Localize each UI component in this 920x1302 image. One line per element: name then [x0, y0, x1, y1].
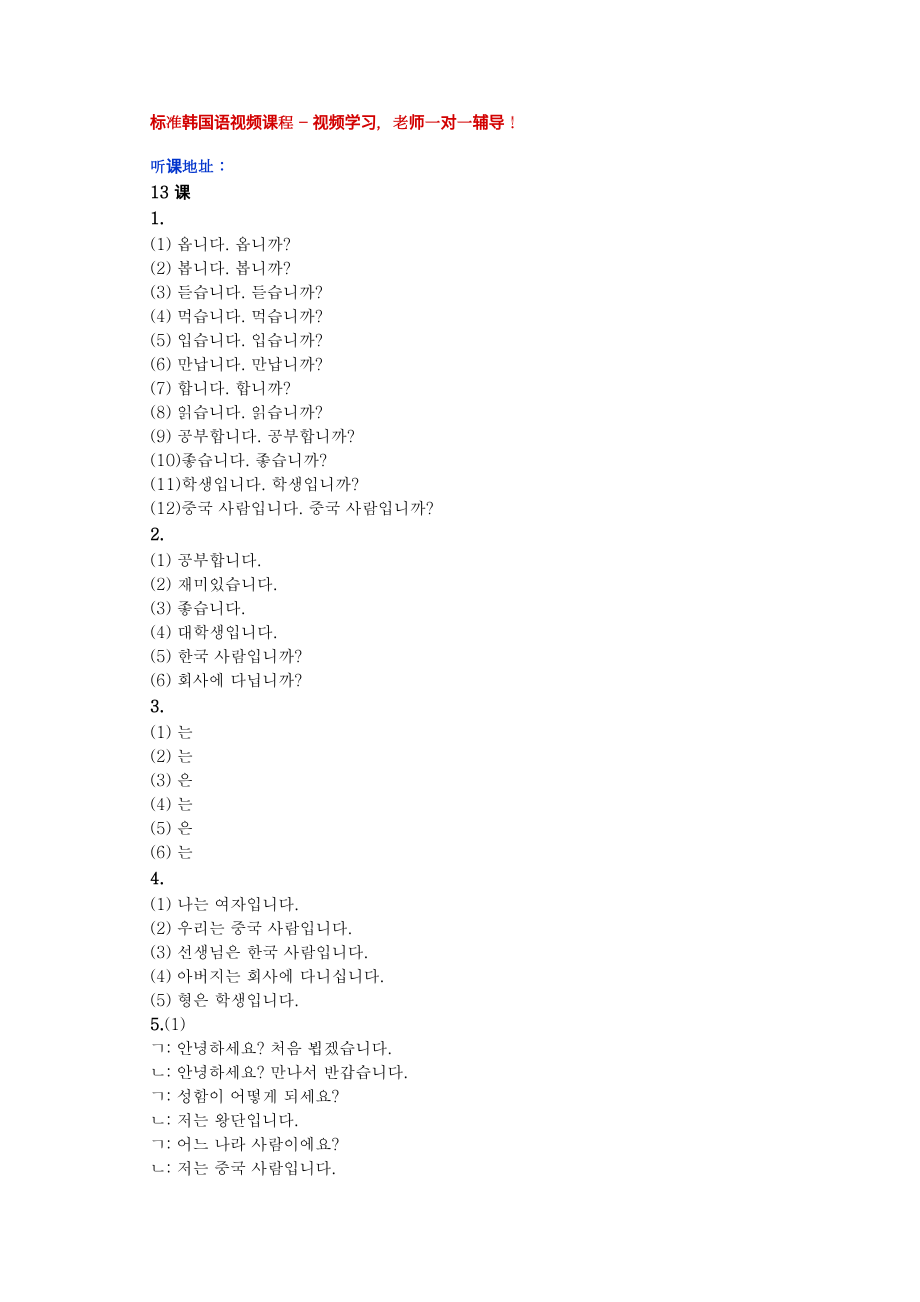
list-item: (2) 우리는 중국 사람입니다.: [150, 916, 770, 940]
list-item: (11)학생입니다. 학생입니까?: [150, 472, 770, 496]
list-item: (5) 형은 학생입니다.: [150, 988, 770, 1012]
section-5-header-line: 5.(1): [150, 1012, 770, 1036]
list-item: (1) 옵니다. 옵니까?: [150, 232, 770, 256]
list-item: (4) 먹습니다. 먹습니까?: [150, 304, 770, 328]
list-item: ㄴ: 저는 왕단입니다.: [150, 1108, 770, 1132]
list-item: (9) 공부합니다. 공부합니까?: [150, 424, 770, 448]
list-item: (3) 듣습니다. 듣습니까?: [150, 280, 770, 304]
list-item: (6) 만납니다. 만납니까?: [150, 352, 770, 376]
list-item: ㄱ: 어느 나라 사람이에요?: [150, 1132, 770, 1156]
list-item: (10)좋습니다. 좋습니까?: [150, 448, 770, 472]
document-page: 标准韩国语视频课程 – 视频学习，老师一对一辅导！ 听课地址： 13 课 1. …: [0, 0, 920, 1302]
course-link-label[interactable]: 听课地址：: [150, 154, 770, 178]
list-item: (3) 선생님은 한국 사람입니다.: [150, 940, 770, 964]
list-item: (2) 봅니다. 봅니까?: [150, 256, 770, 280]
list-item: (1) 는: [150, 720, 770, 744]
list-item: ㄴ: 안녕하세요? 만나서 반갑습니다.: [150, 1060, 770, 1084]
list-item: ㄱ: 안녕하세요? 처음 뵙겠습니다.: [150, 1036, 770, 1060]
list-item: ㄴ: 저는 중국 사람입니다.: [150, 1156, 770, 1180]
course-title: 标准韩国语视频课程 – 视频学习，老师一对一辅导！: [150, 110, 770, 134]
list-item: (4) 대학생입니다.: [150, 620, 770, 644]
list-item: (12)중국 사람입니다. 중국 사람입니까?: [150, 496, 770, 520]
list-item: (3) 좋습니다.: [150, 596, 770, 620]
section-5-first-index: (1): [164, 1012, 186, 1035]
list-item: ㄱ: 성함이 어떻게 되세요?: [150, 1084, 770, 1108]
list-item: (2) 재미있습니다.: [150, 572, 770, 596]
list-item: (4) 아버지는 회사에 다니십니다.: [150, 964, 770, 988]
section-2-header: 2.: [150, 522, 770, 546]
section-5-num: 5.: [150, 1012, 164, 1035]
list-item: (8) 읽습니다. 읽습니까?: [150, 400, 770, 424]
list-item: (6) 는: [150, 840, 770, 864]
list-item: (7) 합니다. 합니까?: [150, 376, 770, 400]
section-1-header: 1.: [150, 206, 770, 230]
list-item: (3) 은: [150, 768, 770, 792]
list-item: (4) 는: [150, 792, 770, 816]
list-item: (5) 입습니다. 입습니까?: [150, 328, 770, 352]
list-item: (5) 은: [150, 816, 770, 840]
list-item: (5) 한국 사람입니까?: [150, 644, 770, 668]
section-4-header: 4.: [150, 866, 770, 890]
section-3-header: 3.: [150, 694, 770, 718]
list-item: (6) 회사에 다닙니까?: [150, 668, 770, 692]
list-item: (1) 나는 여자입니다.: [150, 892, 770, 916]
list-item: (2) 는: [150, 744, 770, 768]
list-item: (1) 공부합니다.: [150, 548, 770, 572]
lesson-number: 13 课: [150, 180, 770, 204]
